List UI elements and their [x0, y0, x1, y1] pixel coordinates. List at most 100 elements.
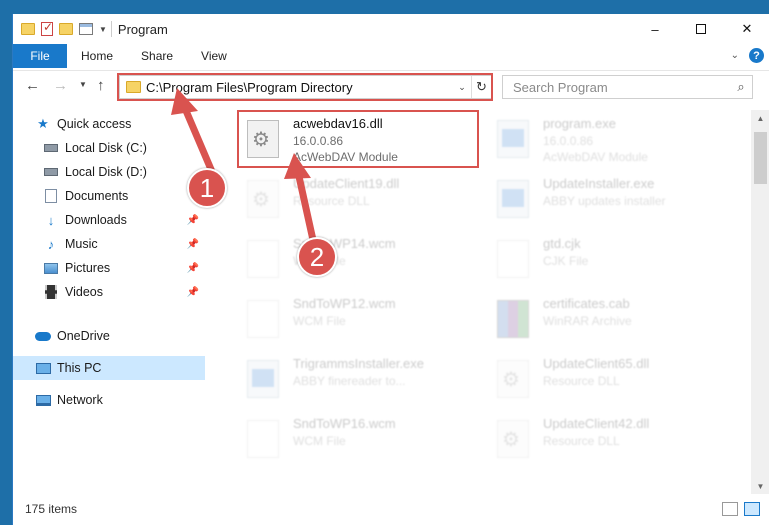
help-icon[interactable]: ? — [749, 48, 764, 63]
exe-file-icon — [497, 180, 529, 218]
sidebar-item-this-pc[interactable]: This PC — [13, 356, 205, 380]
sidebar-item-downloads[interactable]: ↓ Downloads 📌 — [13, 208, 205, 232]
file-item-updateclient19-dll[interactable]: UpdateClient19.dll Resource DLL — [237, 172, 487, 230]
item-count: 175 items — [25, 502, 78, 516]
properties-check-icon[interactable] — [41, 20, 53, 36]
title-bar: ▼ Program – ✕ — [13, 14, 769, 44]
file-type: WCM File — [293, 434, 346, 448]
recent-locations-chevron-icon[interactable]: ▼ — [79, 80, 87, 89]
step-badge-2: 2 — [297, 237, 337, 277]
scrollbar-thumb[interactable] — [754, 132, 767, 184]
search-box[interactable]: ⌕ — [502, 75, 753, 99]
address-dropdown-chevron-icon[interactable]: ⌄ — [453, 82, 471, 93]
folder-icon[interactable] — [21, 23, 35, 35]
file-name: program.exe — [543, 116, 616, 131]
network-icon — [35, 393, 51, 407]
file-name: SndToWP16.wcm — [293, 416, 396, 431]
large-icons-view-icon[interactable] — [744, 502, 760, 516]
tab-home[interactable]: Home — [67, 49, 127, 63]
tab-share[interactable]: Share — [127, 49, 187, 63]
documents-icon — [43, 189, 59, 203]
search-icon[interactable]: ⌕ — [730, 79, 752, 95]
step-badge-1: 1 — [187, 168, 227, 208]
up-button[interactable]: ↑ — [97, 77, 105, 94]
music-icon: ♪ — [47, 236, 55, 252]
file-type: Resource DLL — [543, 374, 620, 388]
blank-file-icon — [247, 240, 279, 278]
file-item-sndtowp16-wcm[interactable]: SndToWP16.wcm WCM File — [237, 412, 487, 470]
minimize-button[interactable]: – — [632, 14, 678, 44]
back-button[interactable]: ← — [25, 77, 40, 94]
file-item-trigrammsinstaller-exe[interactable]: TrigrammsInstaller.exe ABBY finereader t… — [237, 352, 487, 410]
pin-icon[interactable]: 📌 — [187, 239, 199, 250]
file-item-gtd-cjk[interactable]: gtd.cjk CJK File — [487, 232, 737, 290]
pin-icon[interactable]: 📌 — [187, 287, 199, 298]
forward-button[interactable]: → — [53, 77, 68, 94]
properties-icon[interactable] — [79, 23, 93, 35]
address-path[interactable]: C:\Program Files\Program Directory — [146, 80, 453, 95]
close-button[interactable]: ✕ — [724, 14, 769, 44]
star-icon: ★ — [37, 116, 49, 131]
exe-file-icon — [247, 360, 279, 398]
pictures-icon — [43, 261, 59, 275]
sidebar-item-local-disk-c[interactable]: Local Disk (C:) — [13, 136, 205, 160]
file-item-updateclient42-dll[interactable]: UpdateClient42.dll Resource DLL — [487, 412, 737, 470]
customize-toolbar-icon[interactable]: ▼ — [99, 25, 107, 34]
file-type: Resource DLL — [293, 194, 370, 208]
download-icon: ↓ — [47, 212, 55, 228]
sidebar-item-local-disk-d[interactable]: Local Disk (D:) — [13, 160, 205, 184]
file-type: ABBY updates installer — [543, 194, 666, 208]
vertical-scrollbar[interactable]: ▲ ▼ — [751, 110, 769, 494]
file-type: WinRAR Archive — [543, 314, 632, 328]
sidebar-item-label: Music — [65, 237, 98, 251]
details-view-icon[interactable] — [722, 502, 738, 516]
sidebar-item-label: Network — [57, 393, 103, 407]
sidebar-item-music[interactable]: ♪ Music 📌 — [13, 232, 205, 256]
file-description: AcWebDAV Module — [293, 150, 398, 164]
file-name: SndToWP12.wcm — [293, 296, 396, 311]
title-separator — [110, 21, 112, 37]
scroll-down-arrow-icon[interactable]: ▼ — [751, 478, 769, 494]
file-item-sndtowp12-wcm[interactable]: SndToWP12.wcm WCM File — [237, 292, 487, 350]
sidebar-item-label: Pictures — [65, 261, 111, 275]
sidebar-item-documents[interactable]: Documents — [13, 184, 205, 208]
file-type: WCM File — [293, 314, 346, 328]
file-name: UpdateClient65.dll — [543, 356, 650, 371]
file-item-program-exe[interactable]: program.exe 16.0.0.86 AcWebDAV Module — [487, 112, 737, 170]
cloud-icon — [35, 329, 51, 343]
scroll-up-arrow-icon[interactable]: ▲ — [751, 110, 769, 126]
dll-file-icon — [247, 180, 279, 218]
videos-icon — [43, 285, 59, 299]
file-item-acwebdav16-dll[interactable]: acwebdav16.dll 16.0.0.86 AcWebDAV Module — [237, 112, 487, 170]
file-name: UpdateClient19.dll — [293, 176, 400, 191]
tab-view[interactable]: View — [187, 49, 241, 63]
pin-icon[interactable]: 📌 — [187, 215, 199, 226]
sidebar-item-videos[interactable]: Videos 📌 — [13, 280, 205, 304]
maximize-button[interactable] — [678, 14, 724, 44]
sidebar-item-onedrive[interactable]: OneDrive — [13, 324, 205, 348]
view-toggle — [722, 502, 760, 516]
ribbon-right-controls: ⌄ ? — [731, 48, 764, 63]
search-input[interactable] — [503, 79, 730, 95]
file-name: UpdateInstaller.exe — [543, 176, 655, 191]
file-name: certificates.cab — [543, 296, 630, 311]
ribbon-tabs: File Home Share View ⌄ ? — [13, 44, 769, 68]
file-item-certificates-cab[interactable]: certificates.cab WinRAR Archive — [487, 292, 737, 350]
tab-file[interactable]: File — [13, 44, 67, 68]
new-folder-icon[interactable] — [59, 23, 73, 35]
file-item-updateclient65-dll[interactable]: UpdateClient65.dll Resource DLL — [487, 352, 737, 410]
file-item-updateinstaller-exe[interactable]: UpdateInstaller.exe ABBY updates install… — [487, 172, 737, 230]
file-description: AcWebDAV Module — [543, 150, 648, 164]
file-item-sndtowp14-wcm[interactable]: SndToWP14.wcm WCM File — [237, 232, 487, 290]
sidebar-item-network[interactable]: Network — [13, 388, 205, 412]
pin-icon[interactable]: 📌 — [187, 263, 199, 274]
navigation-bar: ← → ▼ ↑ C:\Program Files\Program Directo… — [13, 70, 769, 102]
sidebar-item-quick-access[interactable]: ★ Quick access — [13, 112, 205, 136]
address-bar[interactable]: C:\Program Files\Program Directory ⌄ ↻ — [119, 75, 492, 99]
file-name: TrigrammsInstaller.exe — [293, 356, 424, 371]
file-type: ABBY finereader to... — [293, 374, 406, 388]
sidebar-item-pictures[interactable]: Pictures 📌 — [13, 256, 205, 280]
refresh-button[interactable]: ↻ — [471, 76, 491, 98]
expand-ribbon-chevron-icon[interactable]: ⌄ — [731, 50, 739, 61]
quick-access-toolbar: ▼ — [21, 20, 107, 36]
